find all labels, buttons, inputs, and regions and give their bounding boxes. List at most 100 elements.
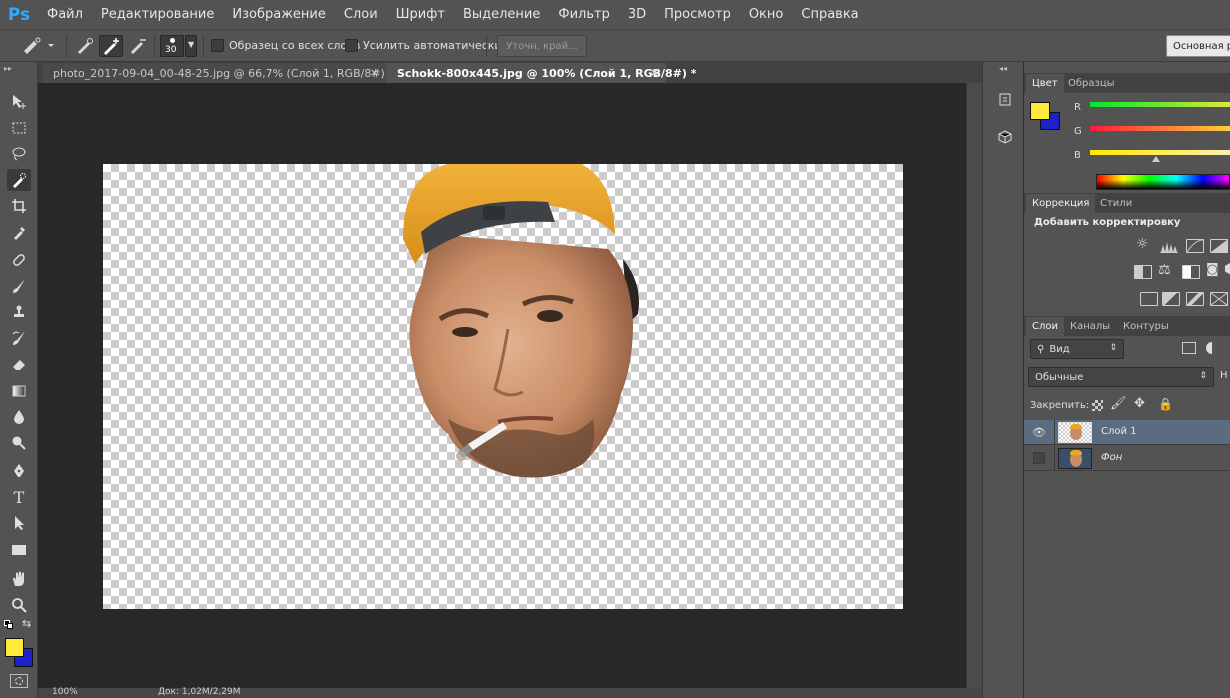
- crop-tool-icon[interactable]: [7, 195, 31, 217]
- vertical-scrollbar[interactable]: [966, 83, 982, 688]
- canvas-area[interactable]: [38, 83, 966, 688]
- workspace-switcher[interactable]: Основная ра: [1166, 35, 1230, 57]
- menu-window[interactable]: Окно: [740, 0, 793, 29]
- menu-3d[interactable]: 3D: [619, 0, 655, 29]
- history-panel-icon[interactable]: [994, 88, 1016, 110]
- visibility-toggle[interactable]: [1033, 452, 1045, 464]
- blend-mode-dropdown[interactable]: Обычные ⇕: [1028, 367, 1214, 387]
- menu-type[interactable]: Шрифт: [387, 0, 454, 29]
- color-balance-icon[interactable]: ⚖: [1158, 262, 1171, 278]
- layer-filter-dropdown[interactable]: ⚲ Вид ⇕: [1030, 339, 1124, 359]
- threshold-icon[interactable]: [1186, 292, 1204, 306]
- options-bar: 30 ▼ Образец со всех слоев Усилить автом…: [0, 29, 1230, 62]
- invert-icon[interactable]: [1140, 292, 1158, 306]
- quick-mask-icon[interactable]: [10, 674, 28, 688]
- blur-tool-icon[interactable]: [7, 406, 31, 428]
- eraser-tool-icon[interactable]: [7, 353, 31, 375]
- brush-size-picker[interactable]: 30: [160, 35, 184, 57]
- posterize-icon[interactable]: [1162, 292, 1180, 306]
- refine-edge-button[interactable]: Уточн. край...: [497, 35, 587, 57]
- foreground-color-swatch[interactable]: [1030, 102, 1050, 120]
- levels-icon[interactable]: [1160, 239, 1178, 253]
- layer-row-layer1[interactable]: 👁 Слой 1: [1024, 420, 1230, 445]
- tab-styles[interactable]: Стили: [1094, 194, 1138, 213]
- sample-all-layers-label: Образец со всех слоев: [229, 39, 361, 52]
- hand-tool-icon[interactable]: [7, 568, 31, 590]
- close-icon[interactable]: ×: [370, 66, 379, 79]
- tab-adjustments[interactable]: Коррекция: [1026, 194, 1096, 213]
- lock-transparency-icon[interactable]: [1092, 400, 1103, 411]
- brightness-icon[interactable]: ☼: [1136, 236, 1149, 252]
- channel-g-slider[interactable]: [1090, 126, 1230, 131]
- marquee-tool-icon[interactable]: [7, 117, 31, 139]
- clone-stamp-tool-icon[interactable]: [7, 301, 31, 323]
- close-icon[interactable]: ×: [650, 66, 659, 79]
- path-selection-tool-icon[interactable]: [7, 512, 31, 534]
- channel-r-slider[interactable]: [1090, 102, 1230, 107]
- pen-tool-icon[interactable]: [7, 460, 31, 482]
- tab-layers[interactable]: Слои: [1026, 317, 1064, 336]
- menu-bar: Ps Файл Редактирование Изображение Слои …: [0, 0, 1230, 29]
- channel-mixer-icon[interactable]: ⬢: [1224, 262, 1230, 277]
- selective-color-icon[interactable]: [1210, 292, 1228, 306]
- black-white-icon[interactable]: [1182, 265, 1200, 279]
- tab-photo-document[interactable]: photo_2017-09-04_00-48-25.jpg @ 66,7% (С…: [42, 63, 394, 83]
- zoom-level[interactable]: 100%: [52, 687, 78, 697]
- lock-all-icon[interactable]: 🔒: [1158, 397, 1173, 411]
- move-tool-icon[interactable]: [7, 91, 31, 113]
- healing-brush-tool-icon[interactable]: [7, 249, 31, 271]
- menu-filter[interactable]: Фильтр: [549, 0, 618, 29]
- rectangle-tool-icon[interactable]: [7, 539, 31, 561]
- gradient-tool-icon[interactable]: [7, 380, 31, 402]
- type-tool-icon[interactable]: T: [7, 486, 31, 508]
- default-colors-icon[interactable]: [4, 620, 14, 630]
- tab-paths[interactable]: Контуры: [1117, 317, 1175, 336]
- panel-icon-strip: ◂◂: [982, 62, 1024, 698]
- auto-enhance-checkbox[interactable]: [345, 39, 358, 52]
- menu-edit[interactable]: Редактирование: [92, 0, 223, 29]
- zoom-tool-icon[interactable]: [7, 594, 31, 616]
- document-canvas[interactable]: [103, 164, 903, 609]
- layer-row-background[interactable]: Фон: [1024, 446, 1230, 471]
- tab-schokk-document[interactable]: Schokk-800x445.jpg @ 100% (Слой 1, RGB/8…: [386, 63, 697, 83]
- quick-selection-tool-icon[interactable]: [7, 169, 31, 191]
- color-spectrum-ramp[interactable]: [1096, 174, 1230, 190]
- slider-thumb-icon[interactable]: [1152, 156, 1160, 162]
- subtract-from-selection-icon[interactable]: [127, 35, 149, 57]
- lock-pixels-icon[interactable]: 🖌: [1110, 396, 1127, 411]
- new-selection-icon[interactable]: [74, 35, 96, 57]
- collapse-arrows-icon[interactable]: ▸▸: [4, 64, 12, 73]
- filter-adjustment-layers-icon[interactable]: [1206, 342, 1218, 354]
- brush-size-dropdown[interactable]: ▼: [185, 35, 197, 57]
- menu-select[interactable]: Выделение: [454, 0, 549, 29]
- menu-layers[interactable]: Слои: [335, 0, 387, 29]
- dodge-tool-icon[interactable]: [7, 432, 31, 454]
- brush-tool-icon[interactable]: [7, 275, 31, 297]
- 3d-panel-icon[interactable]: [994, 126, 1016, 148]
- photo-filter-icon[interactable]: ◙: [1206, 262, 1219, 277]
- swap-colors-icon[interactable]: ⇆: [22, 617, 31, 630]
- eye-icon[interactable]: 👁: [1032, 426, 1046, 439]
- tab-color[interactable]: Цвет: [1026, 74, 1064, 93]
- foreground-color-swatch[interactable]: [5, 638, 24, 657]
- menu-view[interactable]: Просмотр: [655, 0, 740, 29]
- chevron-down-icon: ▼: [188, 40, 195, 49]
- tool-preset-picker[interactable]: [18, 35, 58, 57]
- collapse-arrows-icon[interactable]: ◂◂: [999, 64, 1007, 73]
- tab-swatches[interactable]: Образцы: [1062, 74, 1121, 93]
- channel-b-slider[interactable]: [1090, 150, 1230, 155]
- add-to-selection-icon[interactable]: [99, 35, 123, 57]
- exposure-icon[interactable]: [1210, 239, 1228, 253]
- lasso-tool-icon[interactable]: [7, 143, 31, 165]
- menu-help[interactable]: Справка: [792, 0, 867, 29]
- sample-all-layers-checkbox[interactable]: [211, 39, 224, 52]
- curves-icon[interactable]: [1186, 239, 1204, 253]
- tab-channels[interactable]: Каналы: [1064, 317, 1116, 336]
- eyedropper-tool-icon[interactable]: [7, 222, 31, 244]
- vibrance-icon[interactable]: [1134, 265, 1152, 279]
- menu-image[interactable]: Изображение: [223, 0, 334, 29]
- lock-position-icon[interactable]: ✥: [1134, 396, 1145, 411]
- history-brush-tool-icon[interactable]: [7, 327, 31, 349]
- menu-file[interactable]: Файл: [38, 0, 92, 29]
- filter-image-layers-icon[interactable]: [1182, 342, 1196, 354]
